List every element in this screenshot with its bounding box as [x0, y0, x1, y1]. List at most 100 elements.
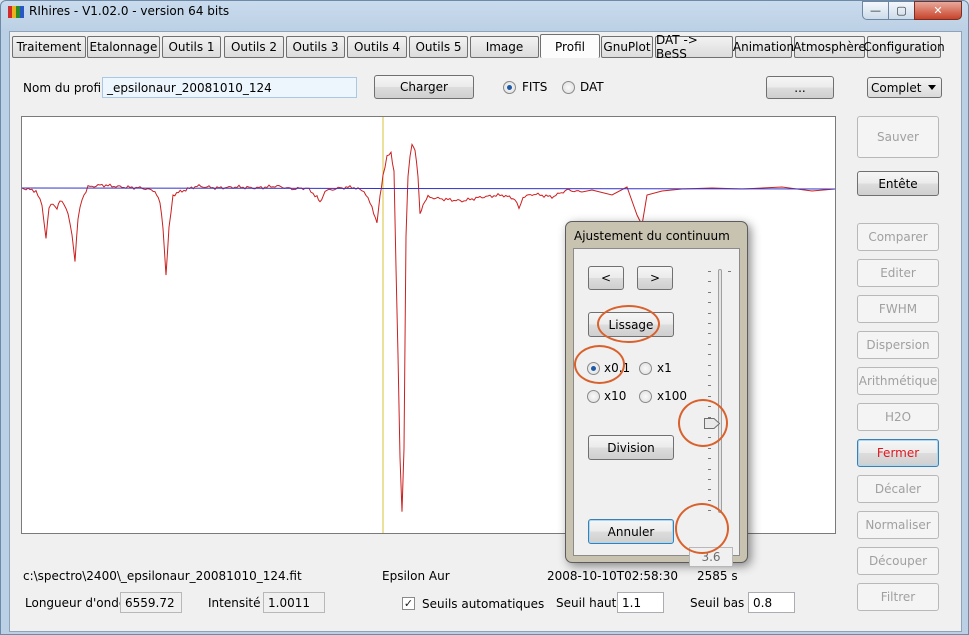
profile-name-label: Nom du profil :	[23, 81, 113, 95]
slider-tick	[708, 468, 711, 470]
decouper-button[interactable]: Découper	[857, 547, 939, 575]
slider-tick	[708, 510, 711, 512]
sauver-button[interactable]: Sauver	[857, 116, 939, 158]
fits-radio-label[interactable]: FITS	[522, 80, 547, 94]
continuum-dialog: Ajustement du continuum < > Lissage x0.1…	[565, 221, 748, 567]
tab-outils-3[interactable]: Outils 3	[286, 36, 345, 58]
tab-outils-4[interactable]: Outils 4	[347, 36, 407, 58]
fermer-button[interactable]: Fermer	[857, 439, 939, 467]
slider-tick	[708, 291, 711, 293]
profile-name-field[interactable]: _epsilonaur_20081010_124	[102, 77, 357, 98]
arithmetique-button[interactable]: Arithmétique	[857, 367, 939, 395]
slider-tick	[708, 343, 711, 345]
factor-label-x10[interactable]: x10	[604, 389, 626, 403]
threshold-low-field[interactable]: 0.8	[748, 592, 795, 613]
tab-profil[interactable]: Profil	[540, 34, 600, 58]
close-icon: ✕	[933, 4, 943, 17]
h2o-button[interactable]: H2O	[857, 403, 939, 431]
previous-button[interactable]: <	[588, 266, 624, 290]
factor-radio-x0-1[interactable]	[587, 362, 600, 375]
maximize-button[interactable]: ▢	[888, 1, 915, 20]
tab-outils-2[interactable]: Outils 2	[224, 36, 284, 58]
check-icon: ✓	[403, 597, 414, 610]
dispersion-button[interactable]: Dispersion	[857, 331, 939, 359]
slider-tick	[708, 375, 711, 376]
intensity-label: Intensité :	[208, 596, 269, 610]
normaliser-button[interactable]: Normaliser	[857, 511, 939, 539]
mode-select[interactable]: Complet	[867, 77, 942, 98]
close-window-button[interactable]: ✕	[914, 1, 962, 20]
slider-thumb[interactable]	[704, 418, 720, 429]
editer-button[interactable]: Editer	[857, 259, 939, 287]
slider-track[interactable]	[718, 269, 722, 513]
division-button[interactable]: Division	[588, 435, 674, 460]
factor-radio-x100[interactable]	[639, 390, 652, 403]
wavelength-field: 6559.72	[120, 592, 182, 613]
slider-tick	[708, 354, 711, 356]
window-title: RIhires - V1.02.0 - version 64 bits	[29, 4, 230, 18]
minimize-icon: —	[870, 4, 881, 17]
slider-tick	[708, 458, 711, 460]
cancel-button[interactable]: Annuler	[588, 519, 674, 544]
observation-date: 2008-10-10T02:58:30	[547, 569, 678, 583]
browse-button[interactable]: ...	[766, 76, 834, 99]
threshold-low-label: Seuil bas :	[690, 596, 753, 610]
threshold-high-field[interactable]: 1.1	[617, 592, 664, 613]
slider-tick	[708, 499, 711, 501]
slider-tick	[708, 312, 711, 314]
tab-configuration[interactable]: Configuration	[863, 36, 945, 58]
tab-traitement[interactable]: Traitement	[12, 36, 86, 58]
intensity-field: 1.0011	[263, 592, 325, 613]
factor-label-x0-1[interactable]: x0.1	[604, 361, 630, 375]
slider-tick	[708, 364, 711, 366]
dat-radio[interactable]	[562, 81, 575, 94]
smooth-button[interactable]: Lissage	[588, 312, 674, 337]
tab-outils-1[interactable]: Outils 1	[162, 36, 221, 58]
load-button[interactable]: Charger	[374, 75, 474, 99]
fwhm-button[interactable]: FWHM	[857, 295, 939, 323]
decaler-button[interactable]: Décaler	[857, 475, 939, 503]
slider-tick	[708, 302, 711, 304]
tab-outils-5[interactable]: Outils 5	[409, 36, 468, 58]
minimize-button[interactable]: —	[862, 1, 889, 20]
entete-button[interactable]: Entête	[857, 171, 939, 196]
factor-radio-x1[interactable]	[639, 362, 652, 375]
slider-tick	[708, 447, 711, 449]
slider-tick	[708, 437, 711, 439]
next-button[interactable]: >	[637, 266, 673, 290]
slider-tick	[708, 385, 711, 387]
tab-image[interactable]: Image	[470, 36, 539, 58]
slider-tick	[708, 281, 711, 283]
slider-tick	[708, 479, 711, 480]
factor-label-x100[interactable]: x100	[657, 389, 687, 403]
slider-value: 3.6	[689, 547, 733, 567]
slider-tick	[708, 323, 711, 324]
comparer-button[interactable]: Comparer	[857, 223, 939, 251]
auto-threshold-label[interactable]: Seuils automatiques	[422, 597, 544, 611]
dialog-title: Ajustement du continuum	[574, 229, 730, 243]
slider-tick	[708, 406, 711, 408]
dat-radio-label[interactable]: DAT	[580, 80, 604, 94]
mode-select-value: Complet	[871, 80, 922, 95]
maximize-icon: ▢	[896, 4, 907, 17]
fits-radio[interactable]	[503, 81, 516, 94]
chevron-down-icon	[928, 85, 936, 90]
slider-tick	[708, 489, 711, 491]
auto-threshold-checkbox[interactable]: ✓	[402, 597, 415, 610]
dialog-body: < > Lissage x0.1 x1 x10 x100 Division An…	[573, 248, 740, 567]
tab-gnuplot[interactable]: GnuPlot	[601, 36, 653, 58]
app-window: RIhires - V1.02.0 - version 64 bits — ▢ …	[0, 0, 969, 635]
factor-radio-x10[interactable]	[587, 390, 600, 403]
app-icon-bar-4	[20, 6, 24, 18]
client-area: Traitement Etalonnage Outils 1 Outils 2 …	[9, 31, 962, 632]
tab-animation[interactable]: Animation	[733, 36, 794, 58]
file-path: c:\spectro\2400\_epsilonaur_20081010_124…	[23, 569, 302, 583]
slider-tick	[708, 271, 711, 272]
tab-dat-bess[interactable]: DAT -> BeSS	[655, 33, 733, 61]
object-name: Epsilon Aur	[382, 569, 450, 583]
tab-atmosphere[interactable]: Atmosphère	[793, 36, 866, 58]
factor-label-x1[interactable]: x1	[657, 361, 672, 375]
tab-etalonnage[interactable]: Etalonnage	[87, 36, 160, 58]
filtrer-button[interactable]: Filtrer	[857, 583, 939, 611]
slider-tick	[708, 333, 711, 335]
